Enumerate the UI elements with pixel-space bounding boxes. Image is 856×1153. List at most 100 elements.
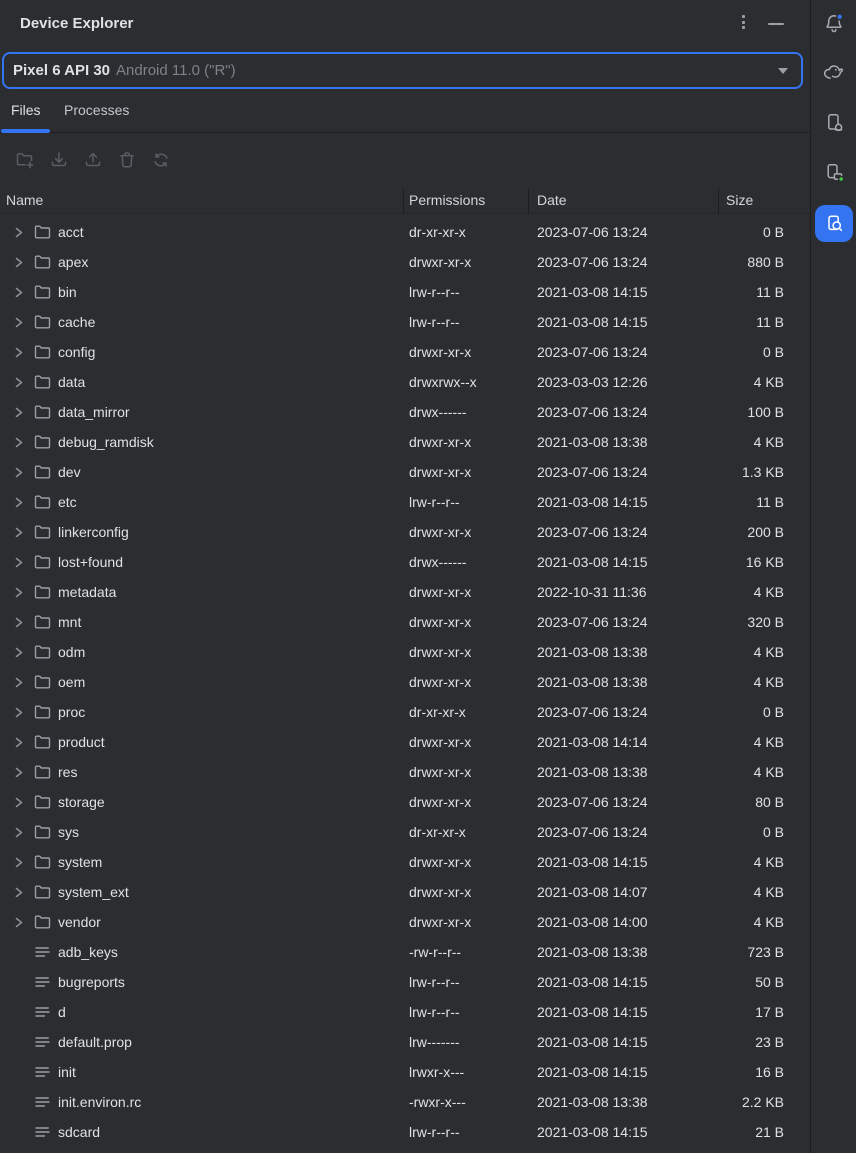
file-name-cell: sys bbox=[0, 817, 403, 847]
options-menu-icon[interactable] bbox=[738, 13, 748, 35]
table-row[interactable]: resdrwxr-xr-x2021-03-08 13:384 KB bbox=[0, 757, 810, 787]
expand-chevron-icon[interactable] bbox=[14, 286, 24, 299]
device-explorer-icon[interactable] bbox=[815, 205, 853, 242]
table-row[interactable]: dlrw-r--r--2021-03-08 14:1517 B bbox=[0, 997, 810, 1027]
table-row[interactable]: productdrwxr-xr-x2021-03-08 14:144 KB bbox=[0, 727, 810, 757]
table-row[interactable]: acctdr-xr-xr-x2023-07-06 13:240 B bbox=[0, 217, 810, 247]
table-row[interactable]: sysdr-xr-xr-x2023-07-06 13:240 B bbox=[0, 817, 810, 847]
panel-title: Device Explorer bbox=[20, 0, 133, 48]
tab-processes[interactable]: Processes bbox=[64, 90, 129, 130]
expand-chevron-icon[interactable] bbox=[14, 856, 24, 869]
entry-size: 100 B bbox=[718, 397, 784, 427]
expand-chevron-icon[interactable] bbox=[14, 676, 24, 689]
expand-chevron-icon[interactable] bbox=[14, 466, 24, 479]
entry-size: 4 KB bbox=[718, 907, 784, 937]
table-row[interactable]: apexdrwxr-xr-x2023-07-06 13:24880 B bbox=[0, 247, 810, 277]
column-header-date[interactable]: Date bbox=[537, 188, 567, 213]
folder-icon bbox=[34, 824, 51, 840]
table-row[interactable]: odmdrwxr-xr-x2021-03-08 13:384 KB bbox=[0, 637, 810, 667]
table-row[interactable]: data_mirrordrwx------2023-07-06 13:24100… bbox=[0, 397, 810, 427]
column-divider[interactable] bbox=[718, 188, 719, 214]
table-row[interactable]: metadatadrwxr-xr-x2022-10-31 11:364 KB bbox=[0, 577, 810, 607]
entry-name: init.environ.rc bbox=[58, 1094, 141, 1110]
sync-icon[interactable] bbox=[151, 150, 171, 170]
expand-chevron-icon[interactable] bbox=[14, 226, 24, 239]
table-row[interactable]: binlrw-r--r--2021-03-08 14:1511 B bbox=[0, 277, 810, 307]
table-row[interactable]: init.environ.rc-rwxr-x---2021-03-08 13:3… bbox=[0, 1087, 810, 1117]
column-divider[interactable] bbox=[403, 188, 404, 214]
table-row[interactable]: devdrwxr-xr-x2023-07-06 13:241.3 KB bbox=[0, 457, 810, 487]
table-row[interactable]: lost+founddrwx------2021-03-08 14:1516 K… bbox=[0, 547, 810, 577]
table-row[interactable]: debug_ramdiskdrwxr-xr-x2021-03-08 13:384… bbox=[0, 427, 810, 457]
folder-icon bbox=[34, 344, 51, 360]
column-header-permissions[interactable]: Permissions bbox=[409, 188, 485, 213]
device-selector-dropdown[interactable]: Pixel 6 API 30 Android 11.0 ("R") bbox=[2, 52, 803, 89]
column-header-size[interactable]: Size bbox=[726, 188, 753, 213]
table-row[interactable]: bugreportslrw-r--r--2021-03-08 14:1550 B bbox=[0, 967, 810, 997]
entry-date: 2021-03-08 14:15 bbox=[537, 847, 648, 877]
table-row[interactable]: linkerconfigdrwxr-xr-x2023-07-06 13:2420… bbox=[0, 517, 810, 547]
entry-size: 320 B bbox=[718, 607, 784, 637]
expand-chevron-icon[interactable] bbox=[14, 886, 24, 899]
table-row[interactable]: configdrwxr-xr-x2023-07-06 13:240 B bbox=[0, 337, 810, 367]
table-row[interactable]: oemdrwxr-xr-x2021-03-08 13:384 KB bbox=[0, 667, 810, 697]
table-row[interactable]: storagedrwxr-xr-x2023-07-06 13:2480 B bbox=[0, 787, 810, 817]
column-divider[interactable] bbox=[528, 188, 529, 214]
expand-chevron-icon[interactable] bbox=[14, 556, 24, 569]
expand-chevron-icon[interactable] bbox=[14, 736, 24, 749]
file-name-cell: product bbox=[0, 727, 403, 757]
device-manager-icon[interactable] bbox=[822, 111, 846, 135]
file-name-cell: system bbox=[0, 847, 403, 877]
expand-chevron-icon[interactable] bbox=[14, 826, 24, 839]
expand-chevron-icon[interactable] bbox=[14, 916, 24, 929]
expand-chevron-icon[interactable] bbox=[14, 796, 24, 809]
expand-chevron-icon[interactable] bbox=[14, 586, 24, 599]
expand-chevron-icon[interactable] bbox=[14, 346, 24, 359]
table-row[interactable]: vendordrwxr-xr-x2021-03-08 14:004 KB bbox=[0, 907, 810, 937]
table-row[interactable]: sdcardlrw-r--r--2021-03-08 14:1521 B bbox=[0, 1117, 810, 1147]
gradle-elephant-icon[interactable] bbox=[822, 61, 846, 85]
new-folder-icon[interactable] bbox=[15, 150, 35, 170]
upload-icon[interactable] bbox=[83, 150, 103, 170]
entry-size: 4 KB bbox=[718, 427, 784, 457]
table-row[interactable]: initlrwxr-x---2021-03-08 14:1516 B bbox=[0, 1057, 810, 1087]
notifications-bell-icon[interactable] bbox=[822, 12, 846, 36]
entry-size: 21 B bbox=[718, 1117, 784, 1147]
table-row[interactable]: adb_keys-rw-r--r--2021-03-08 13:38723 B bbox=[0, 937, 810, 967]
table-row[interactable]: system_extdrwxr-xr-x2021-03-08 14:074 KB bbox=[0, 877, 810, 907]
expand-chevron-icon[interactable] bbox=[14, 436, 24, 449]
expand-chevron-icon[interactable] bbox=[14, 376, 24, 389]
expand-chevron-icon[interactable] bbox=[14, 706, 24, 719]
entry-permissions: lrw-r--r-- bbox=[409, 997, 460, 1027]
table-row[interactable]: procdr-xr-xr-x2023-07-06 13:240 B bbox=[0, 697, 810, 727]
folder-icon bbox=[34, 524, 51, 540]
expand-chevron-icon[interactable] bbox=[14, 256, 24, 269]
expand-chevron-icon[interactable] bbox=[14, 526, 24, 539]
table-row[interactable]: mntdrwxr-xr-x2023-07-06 13:24320 B bbox=[0, 607, 810, 637]
folder-icon bbox=[34, 914, 51, 930]
download-icon[interactable] bbox=[49, 150, 69, 170]
chevron-spacer bbox=[14, 1006, 24, 1019]
entry-size: 11 B bbox=[718, 307, 784, 337]
hide-panel-icon[interactable] bbox=[768, 23, 784, 25]
expand-chevron-icon[interactable] bbox=[14, 406, 24, 419]
expand-chevron-icon[interactable] bbox=[14, 316, 24, 329]
expand-chevron-icon[interactable] bbox=[14, 616, 24, 629]
expand-chevron-icon[interactable] bbox=[14, 496, 24, 509]
entry-permissions: drwxr-xr-x bbox=[409, 247, 471, 277]
table-header: Name Permissions Date Size bbox=[0, 188, 810, 214]
running-devices-icon[interactable] bbox=[822, 161, 846, 185]
chevron-spacer bbox=[14, 1036, 24, 1049]
table-row[interactable]: datadrwxrwx--x2023-03-03 12:264 KB bbox=[0, 367, 810, 397]
expand-chevron-icon[interactable] bbox=[14, 766, 24, 779]
delete-icon[interactable] bbox=[117, 150, 137, 170]
expand-chevron-icon[interactable] bbox=[14, 646, 24, 659]
tab-files[interactable]: Files bbox=[11, 90, 41, 130]
table-row[interactable]: cachelrw-r--r--2021-03-08 14:1511 B bbox=[0, 307, 810, 337]
table-row[interactable]: etclrw-r--r--2021-03-08 14:1511 B bbox=[0, 487, 810, 517]
folder-icon bbox=[34, 554, 51, 570]
column-header-name[interactable]: Name bbox=[6, 188, 43, 213]
table-row[interactable]: default.proplrw-------2021-03-08 14:1523… bbox=[0, 1027, 810, 1057]
entry-permissions: lrw-r--r-- bbox=[409, 967, 460, 997]
table-row[interactable]: systemdrwxr-xr-x2021-03-08 14:154 KB bbox=[0, 847, 810, 877]
